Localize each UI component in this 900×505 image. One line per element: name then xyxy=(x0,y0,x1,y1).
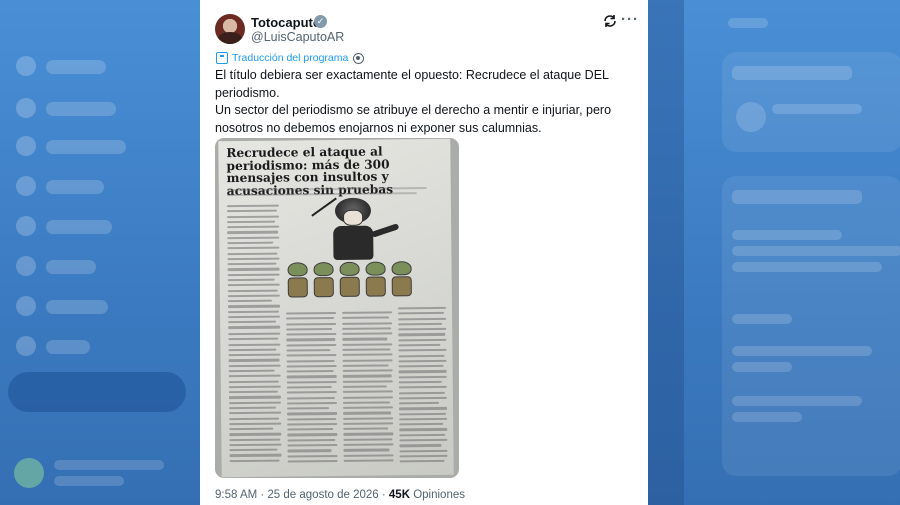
tweet-image[interactable]: Recrudece el ataque al periodismo: más d… xyxy=(215,138,459,478)
background-user-name xyxy=(54,460,164,470)
cartoon-baton xyxy=(311,197,337,217)
cartoon-figure xyxy=(312,262,336,300)
background-nav-item xyxy=(46,140,126,154)
background-line xyxy=(732,190,862,204)
cartoon-figure xyxy=(390,261,414,299)
background-user-handle xyxy=(54,476,124,486)
background-line xyxy=(728,18,768,28)
more-options-icon[interactable]: ··· xyxy=(621,11,639,28)
translation-row[interactable]: Traducción del programa xyxy=(216,52,365,64)
cartoon-conductor-body xyxy=(333,225,374,261)
background-user-avatar xyxy=(14,458,44,488)
background-line xyxy=(732,362,792,372)
tweet-body: El título debiera ser exactamente el opu… xyxy=(215,67,635,137)
translation-label[interactable]: Traducción del programa xyxy=(232,52,348,64)
user-handle[interactable]: @LuisCaputoAR xyxy=(251,30,344,44)
background-post-button xyxy=(8,372,186,412)
background-line xyxy=(732,412,802,422)
background-box xyxy=(722,176,900,476)
background-nav-item xyxy=(46,102,116,116)
background-line xyxy=(732,262,882,272)
background-line xyxy=(732,346,872,356)
cartoon-conductor-arm xyxy=(370,223,400,238)
newspaper-page: Recrudece el ataque al periodismo: más d… xyxy=(218,138,454,478)
background-line xyxy=(732,314,792,324)
background-nav-item xyxy=(46,260,96,274)
background-line xyxy=(772,104,862,114)
background-nav-icon xyxy=(16,98,36,118)
tweet-text-line: Un sector del periodismo se atribuye el … xyxy=(215,103,612,135)
background-nav-icon xyxy=(16,336,36,356)
newspaper-column xyxy=(342,311,394,465)
views-count: 45K xyxy=(388,489,411,501)
background-nav-item xyxy=(46,180,104,194)
tweet-timestamp[interactable]: 9:58 AM · 25 de agosto de 2026 · xyxy=(215,489,389,501)
background-right-panel xyxy=(700,0,900,505)
newspaper-column xyxy=(228,332,282,466)
cartoon-figure xyxy=(286,262,310,300)
background-nav-icon xyxy=(16,136,36,156)
views-label: Opiniones xyxy=(410,489,465,501)
background-line xyxy=(732,66,852,80)
background-nav-icon xyxy=(16,256,36,276)
user-avatar[interactable] xyxy=(215,14,245,44)
refresh-icon[interactable] xyxy=(602,13,618,29)
newspaper-cartoon xyxy=(283,195,434,309)
display-name[interactable]: Totocaputo xyxy=(251,15,321,30)
newspaper-column xyxy=(226,204,281,332)
background-line xyxy=(736,102,766,132)
tweet-meta: 9:58 AM · 25 de agosto de 2026 · 45K Opi… xyxy=(215,489,465,501)
background-nav-icon xyxy=(16,56,36,76)
background-line xyxy=(732,230,842,240)
verified-badge-icon: ✓ xyxy=(314,15,327,28)
tweet-card: Totocaputo ✓ @LuisCaputoAR ··· Traducció… xyxy=(200,0,648,505)
background-nav-icon xyxy=(16,176,36,196)
background-line xyxy=(732,246,900,256)
background-nav-item xyxy=(46,60,106,74)
cartoon-figure xyxy=(338,261,362,300)
background-nav-item xyxy=(46,220,112,234)
background-nav-item xyxy=(46,300,108,314)
background-nav-icon xyxy=(16,216,36,236)
newspaper-column xyxy=(286,311,338,466)
tweet-text-line: El título debiera ser exactamente el opu… xyxy=(215,68,609,100)
newspaper-column xyxy=(397,306,448,466)
cartoon-conductor-face xyxy=(342,209,364,226)
background-nav-icon xyxy=(16,296,36,316)
background-scroll-strip xyxy=(648,0,684,505)
gear-icon[interactable] xyxy=(353,52,365,64)
cartoon-figure xyxy=(364,261,388,299)
background-sidebar xyxy=(0,0,200,505)
background-nav-item xyxy=(46,340,90,354)
background-line xyxy=(732,396,862,406)
translate-icon xyxy=(216,52,228,64)
